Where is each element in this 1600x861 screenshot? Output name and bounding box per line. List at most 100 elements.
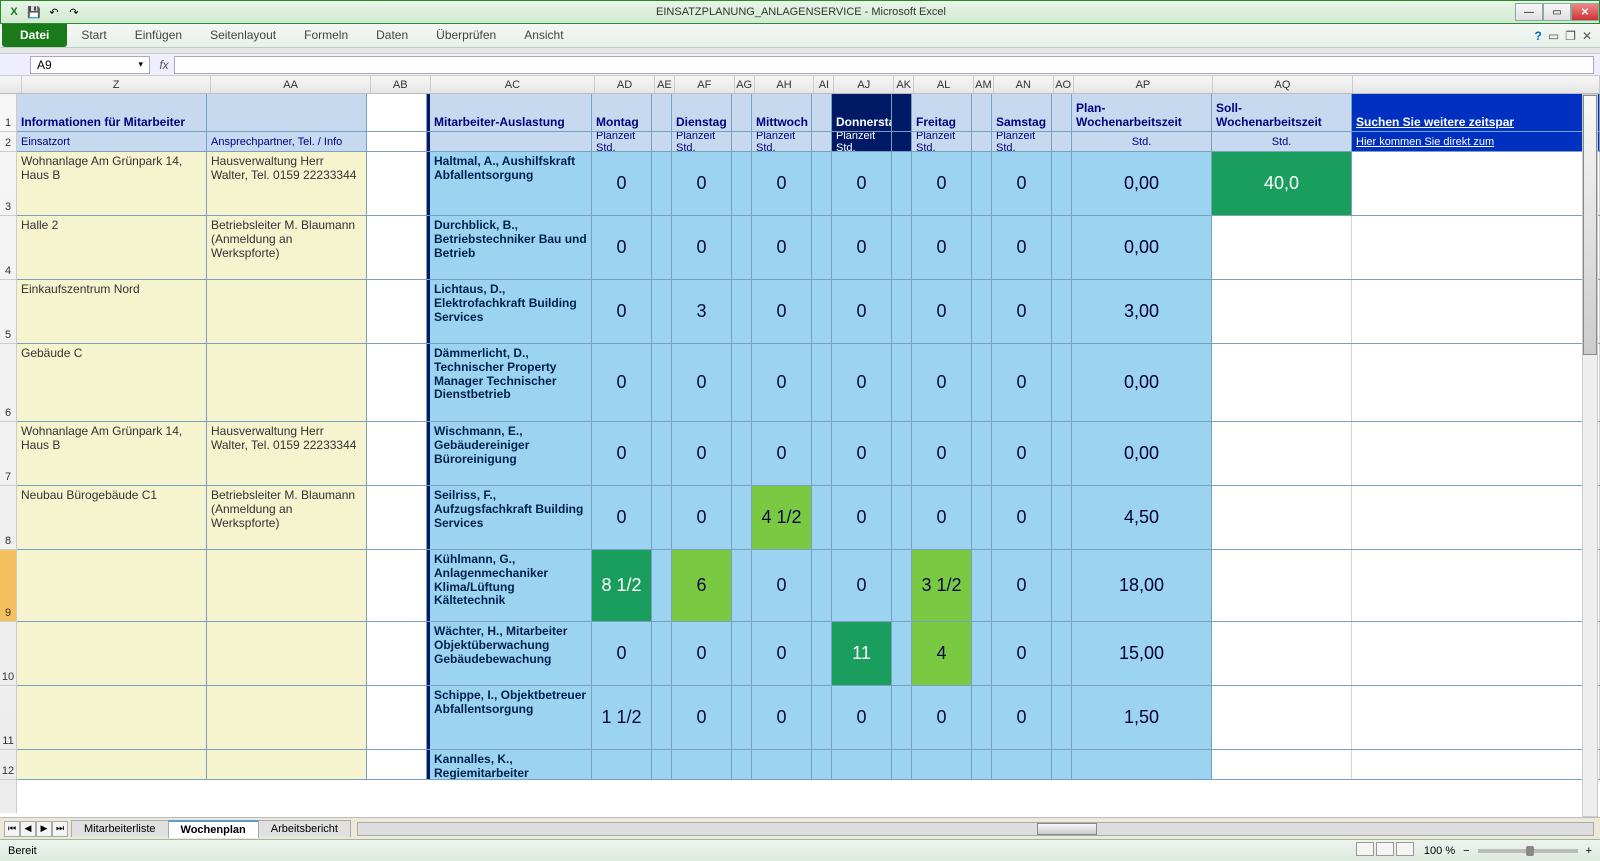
cell[interactable] [1212,280,1352,343]
cell[interactable] [367,344,427,421]
cell[interactable] [812,280,832,343]
cell[interactable] [1052,216,1072,279]
cell-hours[interactable]: 0 [752,280,812,343]
cell-hours[interactable] [832,750,892,779]
sheet-nav-first-icon[interactable]: ⏮ [4,821,20,837]
sheet-nav-prev-icon[interactable]: ◀ [20,821,36,837]
cell-hours[interactable]: 0 [592,344,652,421]
cell-ansprech[interactable] [207,550,367,621]
restore-window-icon[interactable]: ❐ [1565,29,1576,43]
cell[interactable] [1052,280,1072,343]
cell-hours[interactable]: 0 [912,486,972,549]
cell-einsatzort[interactable] [17,622,207,685]
col-header[interactable]: AB [371,76,431,93]
cell[interactable] [732,280,752,343]
cell[interactable] [652,550,672,621]
cell-hours[interactable]: 4 [912,622,972,685]
cell[interactable] [812,152,832,215]
cell[interactable] [367,422,427,485]
cell-employee[interactable]: Kannalles, K., Regiemitarbeiter [427,750,592,779]
scrollbar-thumb[interactable] [1583,95,1597,355]
cell[interactable] [812,344,832,421]
cell[interactable] [1052,344,1072,421]
col-header[interactable]: AJ [834,76,894,93]
cell-hours[interactable]: 0 [992,280,1052,343]
cell[interactable] [652,344,672,421]
chevron-down-icon[interactable]: ▾ [138,59,143,70]
col-header[interactable]: AC [431,76,595,93]
cell-hours[interactable]: 0 [832,550,892,621]
cell[interactable] [892,344,912,421]
sheet-tab[interactable]: Arbeitsbericht [258,820,351,837]
cell-hours[interactable]: 0 [832,344,892,421]
hdr-link2[interactable]: Hier kommen Sie direkt zum [1352,132,1600,151]
cell[interactable] [367,686,427,749]
zoom-slider[interactable] [1478,849,1578,853]
cell-hours[interactable] [992,750,1052,779]
cell-plan[interactable]: 18,00 [1072,550,1212,621]
cell-einsatzort[interactable]: Wohnanlage Am Grünpark 14, Haus B [17,422,207,485]
formula-bar[interactable] [174,56,1594,74]
col-header[interactable] [1353,76,1600,93]
horizontal-scrollbar[interactable] [357,822,1594,836]
cell[interactable] [1212,216,1352,279]
cell-ansprech[interactable]: Hausverwaltung Herr Walter, Tel. 0159 22… [207,152,367,215]
col-header[interactable]: AL [914,76,974,93]
cell-hours[interactable]: 0 [832,152,892,215]
col-header[interactable]: AG [735,76,755,93]
cell[interactable] [732,486,752,549]
cell-hours[interactable]: 3 1/2 [912,550,972,621]
cell-ansprech[interactable]: Betriebsleiter M. Blaumann (Anmeldung an… [207,216,367,279]
col-header[interactable]: AK [894,76,914,93]
cell[interactable] [367,550,427,621]
cell[interactable] [972,152,992,215]
cell-hours[interactable]: 4 1/2 [752,486,812,549]
cell-hours[interactable]: 3 [672,280,732,343]
col-header[interactable]: AH [755,76,815,93]
cell[interactable] [972,550,992,621]
cell-plan[interactable]: 4,50 [1072,486,1212,549]
cell-hours[interactable]: 0 [992,686,1052,749]
cell-ansprech[interactable] [207,622,367,685]
col-header[interactable]: AA [211,76,371,93]
cell[interactable] [1352,152,1600,215]
cell-ansprech[interactable] [207,280,367,343]
cell-plan[interactable]: 0,00 [1072,422,1212,485]
cell-hours[interactable]: 0 [832,422,892,485]
cell[interactable] [1212,344,1352,421]
cell[interactable] [1352,622,1600,685]
cell-hours[interactable]: 0 [592,422,652,485]
cell[interactable] [812,622,832,685]
cell-hours[interactable]: 0 [592,216,652,279]
cell-einsatzort[interactable] [17,550,207,621]
cell-hours[interactable]: 0 [912,152,972,215]
cell[interactable] [1052,550,1072,621]
cell-hours[interactable] [592,750,652,779]
cell-hours[interactable]: 0 [912,686,972,749]
cell[interactable] [1212,750,1352,779]
tab-start[interactable]: Start [67,24,120,47]
cell[interactable] [1052,422,1072,485]
cell[interactable] [652,422,672,485]
cell-employee[interactable]: Dämmerlicht, D., Technischer Property Ma… [427,344,592,421]
col-header[interactable]: AO [1054,76,1074,93]
cell-plan[interactable] [1072,750,1212,779]
view-buttons[interactable] [1356,842,1416,859]
cell[interactable] [972,344,992,421]
cell[interactable] [1052,622,1072,685]
cell-hours[interactable]: 0 [752,216,812,279]
minimize-button[interactable]: — [1515,3,1543,21]
col-header[interactable]: AN [994,76,1054,93]
cell-employee[interactable]: Schippe, I., Objektbetreuer Abfallentsor… [427,686,592,749]
cell[interactable] [367,216,427,279]
cell-einsatzort[interactable]: Neubau Bürogebäude C1 [17,486,207,549]
close-workbook-icon[interactable]: ✕ [1582,29,1592,43]
cell-employee[interactable]: Durchblick, B., Betriebstechniker Bau un… [427,216,592,279]
cell[interactable] [652,750,672,779]
tab-review[interactable]: Überprüfen [422,24,510,47]
cell-hours[interactable]: 0 [992,622,1052,685]
col-header[interactable]: AF [675,76,735,93]
cell[interactable] [1212,622,1352,685]
redo-icon[interactable]: ↷ [65,3,83,21]
cell-hours[interactable]: 0 [672,422,732,485]
